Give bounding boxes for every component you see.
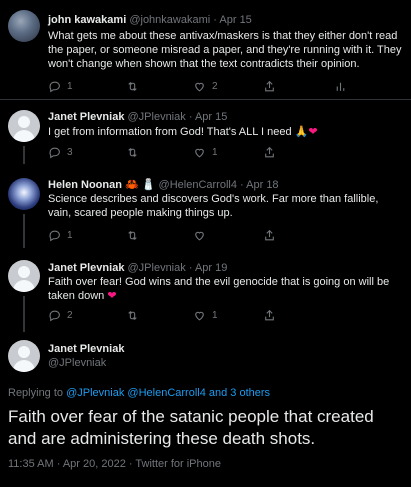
avatar[interactable] [8, 110, 40, 142]
tweet-header: john kawakami @johnkawakami · Apr 15 [48, 13, 252, 27]
tweet-2[interactable]: Janet Plevniak @JPlevniak · Apr 15 I get… [0, 100, 411, 164]
avatar[interactable] [8, 10, 40, 42]
separator: · [240, 179, 244, 191]
retweet-icon [128, 230, 137, 241]
tweet-header: Helen Noonan 🦀 🧂 @HelenCarroll4 · Apr 18 [48, 178, 279, 192]
retweet-button[interactable] [126, 80, 145, 93]
tweet-text: Science describes and discovers God's wo… [48, 193, 379, 219]
like-count: 1 [212, 147, 218, 158]
tweet-date[interactable]: Apr 15 [195, 111, 227, 123]
author-handle[interactable]: @JPlevniak [128, 262, 186, 274]
like-count: 1 [212, 310, 218, 321]
retweet-icon [128, 310, 137, 321]
reply-button[interactable]: 1 [48, 80, 73, 93]
tweet-header: Janet Plevniak @JPlevniak · Apr 15 [48, 110, 227, 124]
share-button[interactable] [263, 309, 276, 322]
reply-count: 2 [67, 310, 73, 321]
thread-line [23, 214, 25, 248]
retweet-button[interactable] [126, 146, 145, 159]
reply-button[interactable]: 3 [48, 146, 73, 159]
reply-button[interactable]: 2 [48, 309, 73, 322]
tweet-text: I get from information from God! That's … [48, 125, 403, 139]
author-name[interactable]: Janet Plevniak [48, 111, 124, 123]
emoji: 🙏❤ [294, 126, 318, 138]
reply-icon [49, 147, 60, 159]
avatar[interactable] [8, 260, 40, 292]
reply-count: 1 [67, 81, 73, 92]
like-button[interactable] [193, 229, 212, 242]
tweet-actions: 3 1 [48, 146, 348, 160]
retweet-button[interactable] [126, 309, 145, 322]
author-handle[interactable]: @HelenCarroll4 [159, 179, 237, 191]
emoji: ❤ [107, 290, 117, 302]
reply-icon [49, 310, 60, 322]
retweet-button[interactable] [126, 229, 145, 242]
like-button[interactable]: 1 [193, 146, 218, 159]
author-name[interactable]: Helen Noonan [48, 179, 122, 191]
tweet-text-body: I get from information from God! That's … [48, 126, 295, 138]
author-handle[interactable]: @JPlevniak [48, 357, 106, 369]
share-button[interactable] [263, 80, 276, 93]
share-button[interactable] [263, 146, 276, 159]
like-button[interactable]: 1 [193, 309, 218, 322]
tweet-text-body: Faith over fear! God wins and the evil g… [48, 276, 390, 302]
author-name[interactable]: Janet Plevniak [48, 343, 124, 355]
author-handle[interactable]: @JPlevniak [128, 111, 186, 123]
tweet-text: What gets me about these antivax/maskers… [48, 30, 402, 70]
tweet-header: Janet Plevniak @JPlevniak · Apr 19 [48, 261, 227, 275]
separator: · [188, 111, 193, 123]
share-icon [265, 229, 274, 241]
reply-icon [49, 81, 60, 93]
thread-line [23, 146, 25, 164]
avatar[interactable] [8, 340, 40, 372]
like-count: 2 [212, 81, 218, 92]
heart-icon [195, 148, 204, 158]
replying-prefix: Replying to [8, 387, 64, 399]
author-name[interactable]: john kawakami [48, 14, 126, 26]
separator: · [213, 14, 217, 26]
retweet-icon [128, 81, 137, 92]
author-name[interactable]: Janet Plevniak [48, 262, 124, 274]
reply-count: 3 [67, 147, 73, 158]
tweet-1[interactable]: john kawakami @johnkawakami · Apr 15 Wha… [0, 0, 411, 100]
avatar[interactable] [8, 178, 40, 210]
main-tweet: Janet Plevniak @JPlevniak Replying to @J… [0, 332, 411, 487]
heart-icon [195, 82, 204, 92]
tweet-actions: 1 [48, 229, 348, 243]
author-handle[interactable]: @johnkawakami [129, 14, 210, 26]
tweet-date[interactable]: Apr 18 [246, 179, 278, 191]
share-icon [265, 80, 274, 92]
replying-to: Replying to @JPlevniak @HelenCarroll4 an… [8, 387, 270, 399]
reply-button[interactable]: 1 [48, 229, 73, 242]
thread-line [23, 296, 25, 332]
tweet-text: Faith over fear! God wins and the evil g… [48, 275, 403, 303]
reply-count: 1 [67, 230, 73, 241]
reply-icon [49, 230, 60, 242]
replying-to-link[interactable]: @JPlevniak @HelenCarroll4 and 3 others [66, 387, 270, 399]
heart-icon [195, 311, 204, 321]
share-icon [265, 309, 274, 321]
tweet-3[interactable]: Helen Noonan 🦀 🧂 @HelenCarroll4 · Apr 18… [0, 168, 411, 248]
tweet-actions: 1 2 [48, 80, 348, 94]
like-button[interactable]: 2 [193, 80, 218, 93]
separator: · [188, 262, 193, 274]
tweet-date[interactable]: Apr 19 [195, 262, 227, 274]
analytics-button[interactable] [334, 80, 347, 93]
main-tweet-text: Faith over fear of the satanic people th… [8, 407, 374, 448]
name-emoji: 🦀 🧂 [125, 179, 156, 191]
analytics-icon [336, 82, 345, 91]
share-button[interactable] [263, 229, 276, 242]
retweet-icon [128, 147, 137, 158]
tweet-timestamp[interactable]: 11:35 AM · Apr 20, 2022 · Twitter for iP… [8, 458, 221, 470]
tweet-date[interactable]: Apr 15 [219, 14, 251, 26]
heart-icon [195, 231, 204, 241]
share-icon [265, 146, 274, 158]
tweet-4[interactable]: Janet Plevniak @JPlevniak · Apr 19 Faith… [0, 252, 411, 332]
tweet-actions: 2 1 [48, 309, 348, 323]
